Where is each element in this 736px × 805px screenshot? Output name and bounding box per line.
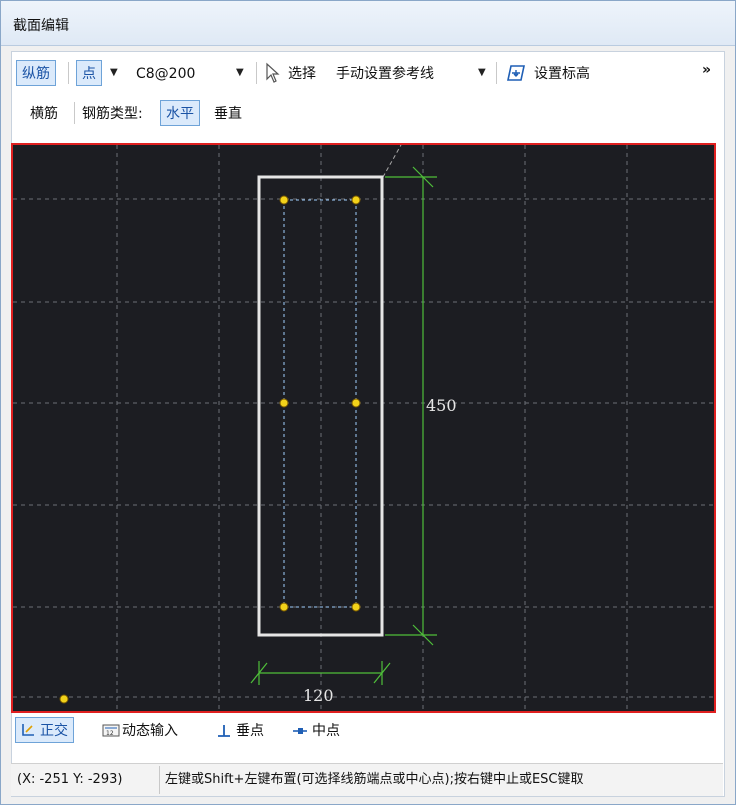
rebar-point[interactable] <box>279 398 289 408</box>
cursor-coordinates: (X: -251 Y: -293) <box>17 772 123 787</box>
section-editor-window: 截面编辑 纵筋 点 ▼ C8@200 ▼ 选择 手动设置参考线 ▼ 设置标高 » <box>0 0 736 805</box>
perpendicular-button[interactable]: 垂点 <box>211 717 270 743</box>
set-elevation-icon[interactable] <box>506 63 526 87</box>
dynamic-input-label: 动态输入 <box>122 723 178 739</box>
toolbar-overflow-button[interactable]: » <box>696 56 717 82</box>
main-toolbar: 纵筋 点 ▼ C8@200 ▼ 选择 手动设置参考线 ▼ 设置标高 » <box>12 58 724 88</box>
longitudinal-rebar-button[interactable]: 纵筋 <box>16 60 56 86</box>
reference-line <box>382 145 402 178</box>
perpendicular-label: 垂点 <box>236 723 264 739</box>
width-dimension-label: 120 <box>303 686 334 705</box>
cursor-snap-point <box>59 694 69 704</box>
section-drawing-canvas[interactable]: 450 120 <box>11 143 716 713</box>
toolbar-separator <box>74 102 75 124</box>
status-divider <box>159 766 160 794</box>
status-hint: 左键或Shift+左键布置(可选择线筋端点或中心点);按右键中止或ESC键取 <box>165 772 584 787</box>
title-bar[interactable]: 截面编辑 <box>1 1 735 46</box>
rebar-point[interactable] <box>351 195 361 205</box>
rebar-type-toolbar: 横筋 钢筋类型: 水平 垂直 <box>12 98 724 128</box>
toolbar-separator <box>68 62 69 84</box>
point-mode-button[interactable]: 点 <box>76 60 102 86</box>
dynamic-input-icon: 12 <box>102 724 120 737</box>
rebar-point[interactable] <box>351 602 361 612</box>
grid-lines <box>13 145 714 711</box>
snap-toolbar: 正交 12 动态输入 垂点 中点 <box>11 713 723 749</box>
orthogonal-button[interactable]: 正交 <box>15 717 74 743</box>
toolbar-separator <box>256 62 257 84</box>
horizontal-button[interactable]: 水平 <box>160 100 200 126</box>
select-cursor-icon[interactable] <box>264 62 282 88</box>
point-mode-dropdown-icon[interactable]: ▼ <box>110 67 118 78</box>
rebar-point[interactable] <box>351 398 361 408</box>
svg-text:12: 12 <box>106 730 114 737</box>
rebar-spec-dropdown-icon[interactable]: ▼ <box>236 67 244 78</box>
window-title: 截面编辑 <box>13 18 69 34</box>
orthogonal-label: 正交 <box>40 723 68 739</box>
status-bar: (X: -251 Y: -293) 左键或Shift+左键布置(可选择线筋端点或… <box>11 763 723 796</box>
midpoint-icon <box>293 728 307 734</box>
stirrup-button[interactable]: 横筋 <box>24 100 64 126</box>
orthogonal-icon <box>22 724 34 736</box>
section-outline[interactable] <box>257 175 384 637</box>
midpoint-label: 中点 <box>312 723 340 739</box>
set-elevation-button[interactable]: 设置标高 <box>528 60 596 86</box>
vertical-button[interactable]: 垂直 <box>208 100 248 126</box>
rebar-point[interactable] <box>279 602 289 612</box>
toolbar-separator <box>496 62 497 84</box>
select-button[interactable]: 选择 <box>282 60 322 86</box>
rebar-type-label: 钢筋类型: <box>82 106 143 122</box>
perpendicular-icon <box>218 725 230 737</box>
height-dimension-label: 450 <box>426 396 457 415</box>
rebar-points <box>59 195 361 704</box>
reference-line-dropdown-icon[interactable]: ▼ <box>478 67 486 78</box>
section-drawing: 450 120 <box>13 145 714 711</box>
reference-line-button[interactable]: 手动设置参考线 <box>330 60 440 86</box>
rebar-spec-field[interactable]: C8@200 <box>130 60 250 86</box>
midpoint-button[interactable]: 中点 <box>287 717 346 743</box>
dynamic-input-button[interactable]: 12 动态输入 <box>97 717 184 743</box>
rebar-point[interactable] <box>279 195 289 205</box>
